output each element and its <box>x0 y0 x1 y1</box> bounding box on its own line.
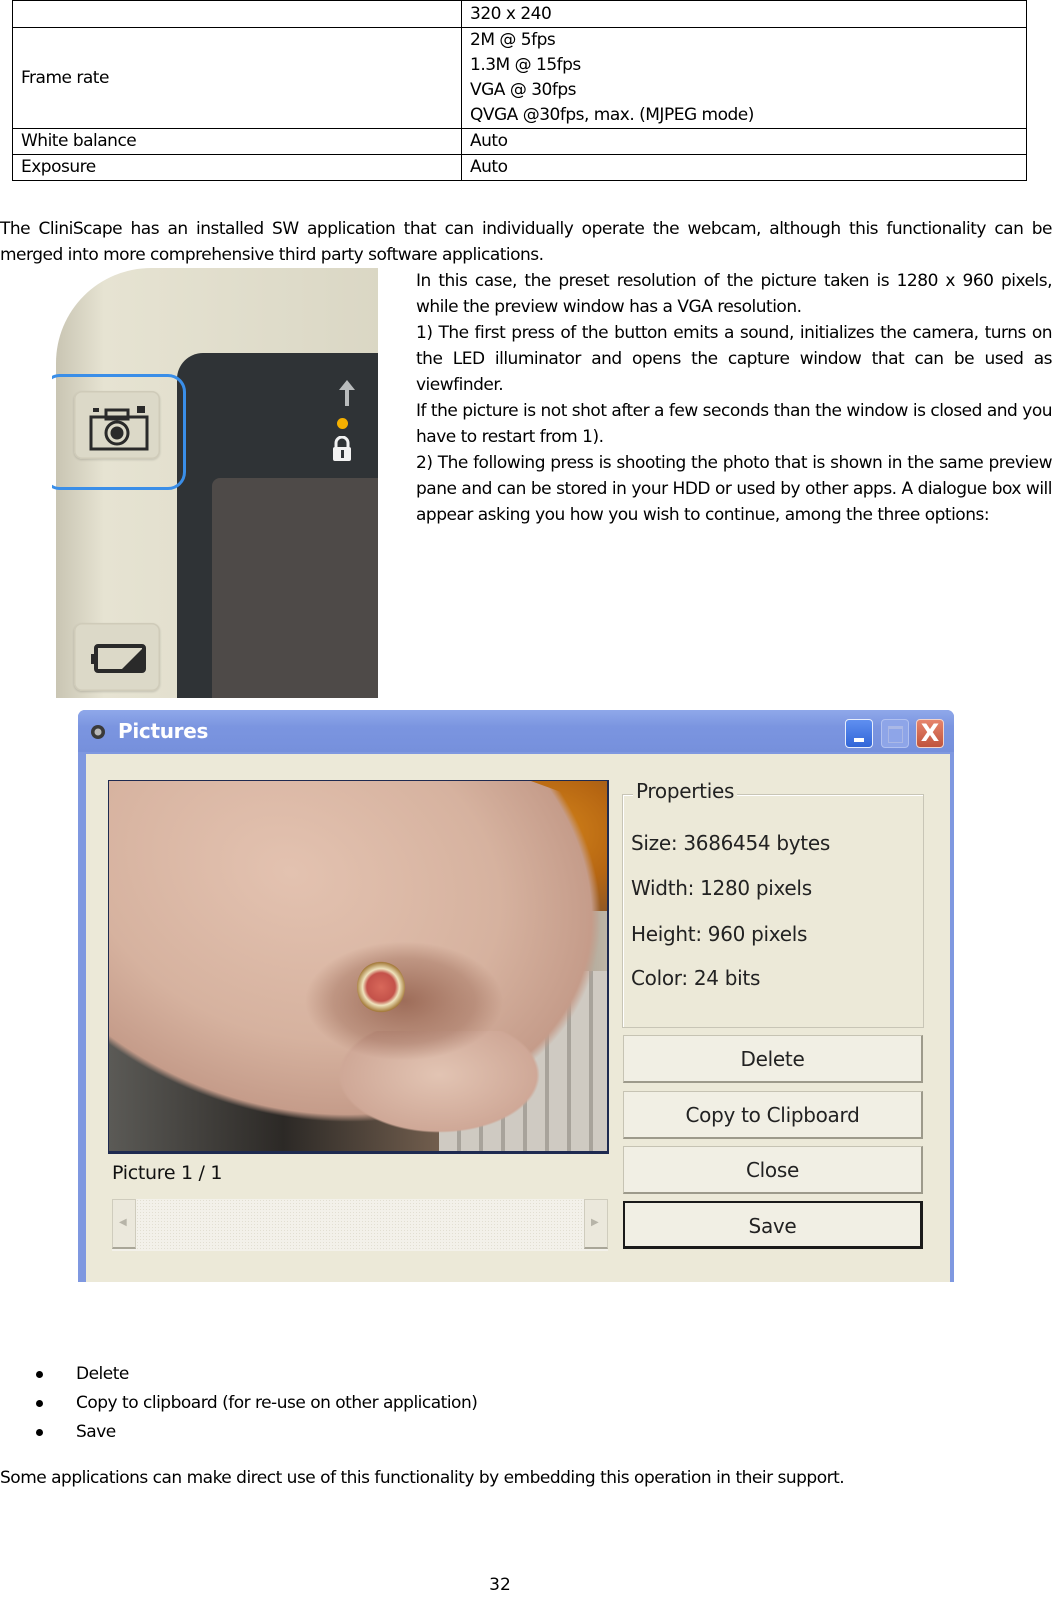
delete-button[interactable]: Delete <box>623 1035 923 1083</box>
copy-to-clipboard-button[interactable]: Copy to Clipboard <box>623 1091 923 1139</box>
properties-legend: Properties <box>633 779 738 803</box>
pictures-dialog: Pictures X Picture 1 / 1 ◀ ▶ Properties … <box>78 710 954 1282</box>
camera-app-icon <box>91 725 105 739</box>
battery-icon <box>91 644 146 673</box>
table-row: White balance Auto <box>12 128 1027 155</box>
minimize-button[interactable] <box>845 719 873 748</box>
chevron-right-icon: ▶ <box>591 1217 599 1228</box>
list-item-text: Delete <box>76 1364 129 1384</box>
picture-scrollbar[interactable]: ◀ ▶ <box>112 1199 608 1251</box>
picture-preview <box>108 780 609 1154</box>
options-list: Delete Copy to clipboard (for re-use on … <box>36 1360 478 1447</box>
photo-bruise <box>304 941 504 1061</box>
dialog-body: Picture 1 / 1 ◀ ▶ Properties Size: 36864… <box>86 754 950 1282</box>
list-item-text: Copy to clipboard (for re-use on other a… <box>76 1393 478 1413</box>
table-row: Exposure Auto <box>12 154 1027 181</box>
close-button[interactable]: Close <box>623 1146 923 1194</box>
device-screen <box>212 478 378 698</box>
spec-value-line: VGA @ 30fps <box>470 80 577 100</box>
photo-wound <box>357 961 405 1013</box>
spec-label: Exposure <box>12 154 462 181</box>
property-width: Width: 1280 pixels <box>631 876 812 900</box>
bullet-icon <box>36 1400 43 1407</box>
maximize-button[interactable] <box>881 719 909 748</box>
close-window-button[interactable]: X <box>916 719 944 748</box>
instruction-paragraph: In this case, the preset resolution of t… <box>416 271 1052 317</box>
lock-icon <box>333 436 351 461</box>
property-color: Color: 24 bits <box>631 966 761 990</box>
instructions-column: In this case, the preset resolution of t… <box>416 268 1052 528</box>
spec-value: Auto <box>461 154 1027 181</box>
table-row: 320 x 240 <box>12 0 1027 28</box>
device-illustration <box>52 268 378 698</box>
list-item: Save <box>36 1418 477 1447</box>
property-height: Height: 960 pixels <box>631 922 808 946</box>
page-number: 32 <box>489 1575 511 1595</box>
led-indicator <box>337 418 348 429</box>
closing-paragraph: Some applications can make direct use of… <box>0 1468 845 1488</box>
spec-value: Auto <box>461 128 1027 155</box>
instruction-paragraph: If the picture is not shot after a few s… <box>416 401 1052 447</box>
arrow-up-icon <box>339 380 355 406</box>
instruction-paragraph: 2) The following press is shooting the p… <box>416 453 1052 525</box>
list-item-text: Save <box>76 1422 116 1442</box>
bullet-icon <box>36 1429 43 1436</box>
spec-label: Frame rate <box>12 27 462 129</box>
save-button[interactable]: Save <box>623 1201 923 1249</box>
chevron-left-icon: ◀ <box>119 1217 127 1228</box>
properties-group: Properties Size: 3686454 bytes Width: 12… <box>622 779 924 1028</box>
scroll-right-button[interactable]: ▶ <box>584 1199 608 1249</box>
close-icon: X <box>920 719 940 747</box>
spec-label <box>12 0 462 28</box>
scroll-left-button[interactable]: ◀ <box>112 1199 136 1249</box>
intro-paragraph: The CliniScape has an installed SW appli… <box>0 219 1052 265</box>
list-item: Copy to clipboard (for re-use on other a… <box>36 1389 478 1418</box>
spec-value-line: QVGA @30fps, max. (MJPEG mode) <box>470 105 754 125</box>
picture-counter: Picture 1 / 1 <box>112 1162 223 1184</box>
spec-value-line: 2M @ 5fps <box>470 30 556 50</box>
spec-value: 320 x 240 <box>461 0 1027 28</box>
spec-table: 320 x 240 Frame rate 2M @ 5fps 1.3M @ 15… <box>12 0 1027 181</box>
dialog-title: Pictures <box>118 719 209 743</box>
spec-value: 2M @ 5fps 1.3M @ 15fps VGA @ 30fps QVGA … <box>461 27 1027 129</box>
instruction-paragraph: 1) The first press of the button emits a… <box>416 323 1052 395</box>
spec-value-line: 1.3M @ 15fps <box>470 55 581 75</box>
battery-button[interactable] <box>74 623 160 691</box>
bullet-icon <box>36 1371 43 1378</box>
list-item: Delete <box>36 1360 477 1389</box>
spec-label: White balance <box>12 128 462 155</box>
camera-button-highlight <box>52 374 186 490</box>
dialog-titlebar[interactable]: Pictures X <box>78 710 954 752</box>
table-row: Frame rate 2M @ 5fps 1.3M @ 15fps VGA @ … <box>12 27 1027 129</box>
property-size: Size: 3686454 bytes <box>631 831 830 855</box>
